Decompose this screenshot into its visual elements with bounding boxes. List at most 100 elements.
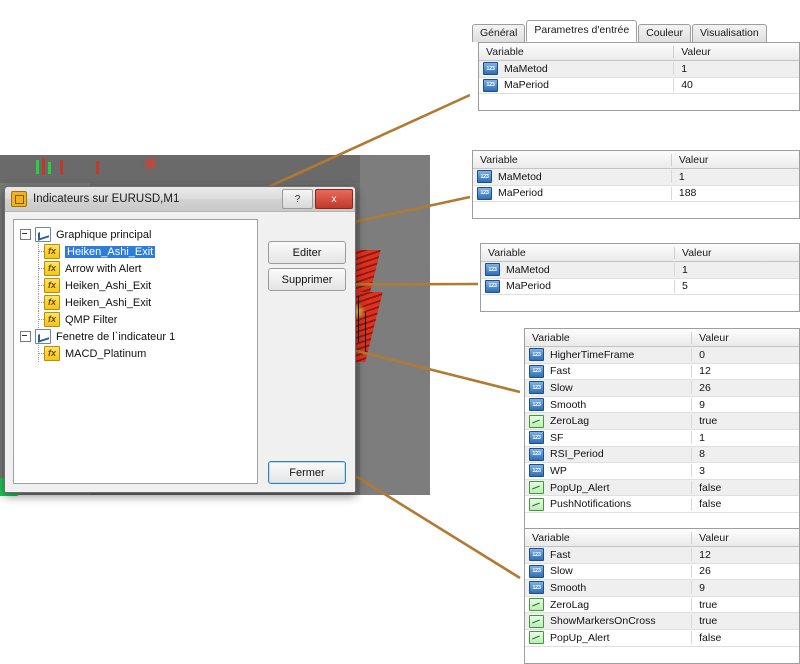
variable-value[interactable]: 5 bbox=[675, 280, 799, 292]
table-row[interactable]: 123 Fast 12 bbox=[525, 364, 799, 381]
tab-visualisation[interactable]: Visualisation bbox=[691, 24, 767, 42]
table-row[interactable]: ShowMarkersOnCross true bbox=[525, 613, 799, 630]
table-row[interactable]: 123 MaPeriod 5 bbox=[481, 279, 799, 296]
variable-value[interactable]: 12 bbox=[692, 549, 799, 561]
variable-cell: PopUp_Alert bbox=[525, 631, 693, 645]
variable-value[interactable]: 3 bbox=[692, 465, 799, 477]
table-row[interactable]: 123 Slow 26 bbox=[525, 380, 799, 397]
parameters-grid[interactable]: Variable Valeur 123 MaMetod 1 123 MaPeriod 40 bbox=[478, 42, 800, 112]
parameters-grid[interactable]: Variable Valeur 123 HigherTimeFrame 0 123 Fast… bbox=[524, 328, 800, 530]
table-row[interactable]: 123 Smooth 9 bbox=[525, 397, 799, 414]
table-row[interactable]: 123 Slow 26 bbox=[525, 564, 799, 581]
delete-button[interactable]: Supprimer bbox=[268, 268, 346, 291]
variable-value[interactable]: true bbox=[692, 415, 799, 427]
parameters-grid[interactable]: Variable Valeur 123 MaMetod 1 123 MaPeriod 188 bbox=[472, 150, 800, 220]
chart-icon bbox=[35, 329, 51, 344]
variable-value[interactable]: 188 bbox=[672, 187, 799, 199]
variable-value[interactable]: 1 bbox=[674, 63, 799, 75]
variable-value[interactable]: 9 bbox=[692, 582, 799, 594]
variable-value[interactable]: 26 bbox=[692, 565, 799, 577]
fx-icon: fx bbox=[44, 278, 60, 293]
tree-item[interactable]: fx Heiken_Ashi_Exit bbox=[32, 243, 257, 260]
variable-cell: 123 WP bbox=[525, 464, 693, 478]
collapse-toggle-icon[interactable] bbox=[20, 331, 31, 342]
parameters-grid[interactable]: Variable Valeur 123 Fast 12 123 Slow 26 123 Smoot… bbox=[524, 528, 800, 664]
table-row[interactable]: 123 WP 3 bbox=[525, 463, 799, 480]
variable-value[interactable]: 1 bbox=[675, 264, 799, 276]
candlestick bbox=[96, 161, 99, 174]
variable-value[interactable]: 40 bbox=[674, 79, 799, 91]
variable-cell: 123 Slow bbox=[525, 564, 693, 578]
tab-parametres-d-entr-e[interactable]: Parametres d'entrée bbox=[526, 20, 638, 42]
bool-icon bbox=[529, 414, 544, 428]
variable-value[interactable]: 12 bbox=[692, 365, 799, 377]
column-header-value: Valeur bbox=[678, 153, 709, 166]
properties-panel-1: Général Parametres d'entrée Couleur Visuali… bbox=[470, 20, 800, 112]
table-row[interactable]: 123 MaPeriod 40 bbox=[479, 78, 799, 95]
variable-value[interactable]: false bbox=[692, 498, 799, 510]
table-row[interactable]: 123 RSI_Period 8 bbox=[525, 446, 799, 464]
tree-item[interactable]: Graphique principal bbox=[18, 226, 257, 243]
tree-item-label: QMP Filter bbox=[65, 313, 118, 326]
chart-icon bbox=[35, 227, 51, 242]
variable-value[interactable]: true bbox=[692, 599, 799, 611]
tree-item[interactable]: Fenetre de l`indicateur 1 bbox=[18, 328, 257, 345]
tree-item[interactable]: fx QMP Filter bbox=[32, 311, 257, 328]
table-row[interactable]: ZeroLag true bbox=[525, 597, 799, 614]
tree-item-label: Graphique principal bbox=[56, 228, 152, 241]
tree-item[interactable]: fx Heiken_Ashi_Exit bbox=[32, 294, 257, 311]
indicators-tree[interactable]: Graphique principal fx Heiken_Ashi_Exit fx A… bbox=[13, 219, 258, 484]
table-row[interactable]: 123 HigherTimeFrame 0 bbox=[525, 347, 799, 364]
variable-name: ZeroLag bbox=[550, 415, 590, 428]
variable-name: MaPeriod bbox=[506, 280, 551, 293]
grid-empty-space bbox=[473, 202, 799, 219]
chart-marker-dot bbox=[146, 159, 155, 168]
table-row[interactable]: 123 MaMetod 1 bbox=[473, 169, 799, 186]
table-row[interactable]: ZeroLag true bbox=[525, 413, 799, 430]
variable-value[interactable]: 1 bbox=[672, 171, 799, 183]
table-row[interactable]: PushNotifications false bbox=[525, 496, 799, 513]
variable-name: Smooth bbox=[550, 581, 587, 594]
table-row[interactable]: 123 Smooth 9 bbox=[525, 580, 799, 597]
tree-item[interactable]: fx Arrow with Alert bbox=[32, 260, 257, 277]
close-button[interactable]: x bbox=[315, 189, 353, 209]
number-icon: 123 bbox=[529, 564, 544, 578]
table-row[interactable]: 123 MaMetod 1 bbox=[479, 61, 799, 78]
variable-value[interactable]: 1 bbox=[692, 432, 799, 444]
candle-wick bbox=[365, 312, 366, 354]
table-row[interactable]: 123 MaMetod 1 bbox=[481, 262, 799, 279]
close-dialog-button[interactable]: Fermer bbox=[268, 461, 346, 484]
variable-value[interactable]: 0 bbox=[692, 349, 799, 361]
tab-couleur[interactable]: Couleur bbox=[638, 24, 691, 42]
variable-cell: ZeroLag bbox=[525, 414, 693, 428]
variable-name: PopUp_Alert bbox=[550, 481, 610, 494]
edit-button[interactable]: Editer bbox=[268, 241, 346, 264]
help-button[interactable]: ? bbox=[282, 189, 313, 209]
variable-name: Fast bbox=[550, 365, 571, 378]
variable-name: Smooth bbox=[550, 398, 587, 411]
variable-value[interactable]: 9 bbox=[692, 399, 799, 411]
table-row[interactable]: PopUp_Alert false bbox=[525, 479, 799, 497]
tree-item[interactable]: fx Heiken_Ashi_Exit bbox=[32, 277, 257, 294]
parameters-grid[interactable]: Variable Valeur 123 MaMetod 1 123 MaPeriod 5 bbox=[480, 243, 800, 313]
table-row[interactable]: PopUp_Alert false bbox=[525, 630, 799, 647]
variable-value[interactable]: true bbox=[692, 615, 799, 627]
tree-guide bbox=[34, 243, 44, 260]
tree-item[interactable]: fx MACD_Platinum bbox=[32, 345, 257, 362]
variable-value[interactable]: 8 bbox=[692, 448, 799, 460]
table-row[interactable]: 123 Fast 12 bbox=[525, 547, 799, 564]
variable-value[interactable]: 26 bbox=[692, 382, 799, 394]
column-header-value: Valeur bbox=[681, 246, 712, 259]
variable-value[interactable]: false bbox=[692, 632, 799, 644]
number-icon: 123 bbox=[529, 431, 544, 445]
properties-panel-2: Variable Valeur 123 MaMetod 1 123 MaPeriod 188 bbox=[472, 150, 800, 220]
collapse-toggle-icon[interactable] bbox=[20, 229, 31, 240]
variable-name: MaMetod bbox=[498, 170, 542, 183]
table-row[interactable]: 123 SF 1 bbox=[525, 430, 799, 447]
tab-g-n-ral[interactable]: Général bbox=[472, 24, 526, 42]
table-row[interactable]: 123 MaPeriod 188 bbox=[473, 186, 799, 203]
dialog-titlebar[interactable]: Indicateurs sur EURUSD,M1 ? x bbox=[5, 187, 355, 212]
variable-value[interactable]: false bbox=[692, 482, 799, 494]
tab-bar[interactable]: Général Parametres d'entrée Couleur Visuali… bbox=[470, 20, 800, 42]
variable-cell: 123 HigherTimeFrame bbox=[525, 348, 693, 362]
